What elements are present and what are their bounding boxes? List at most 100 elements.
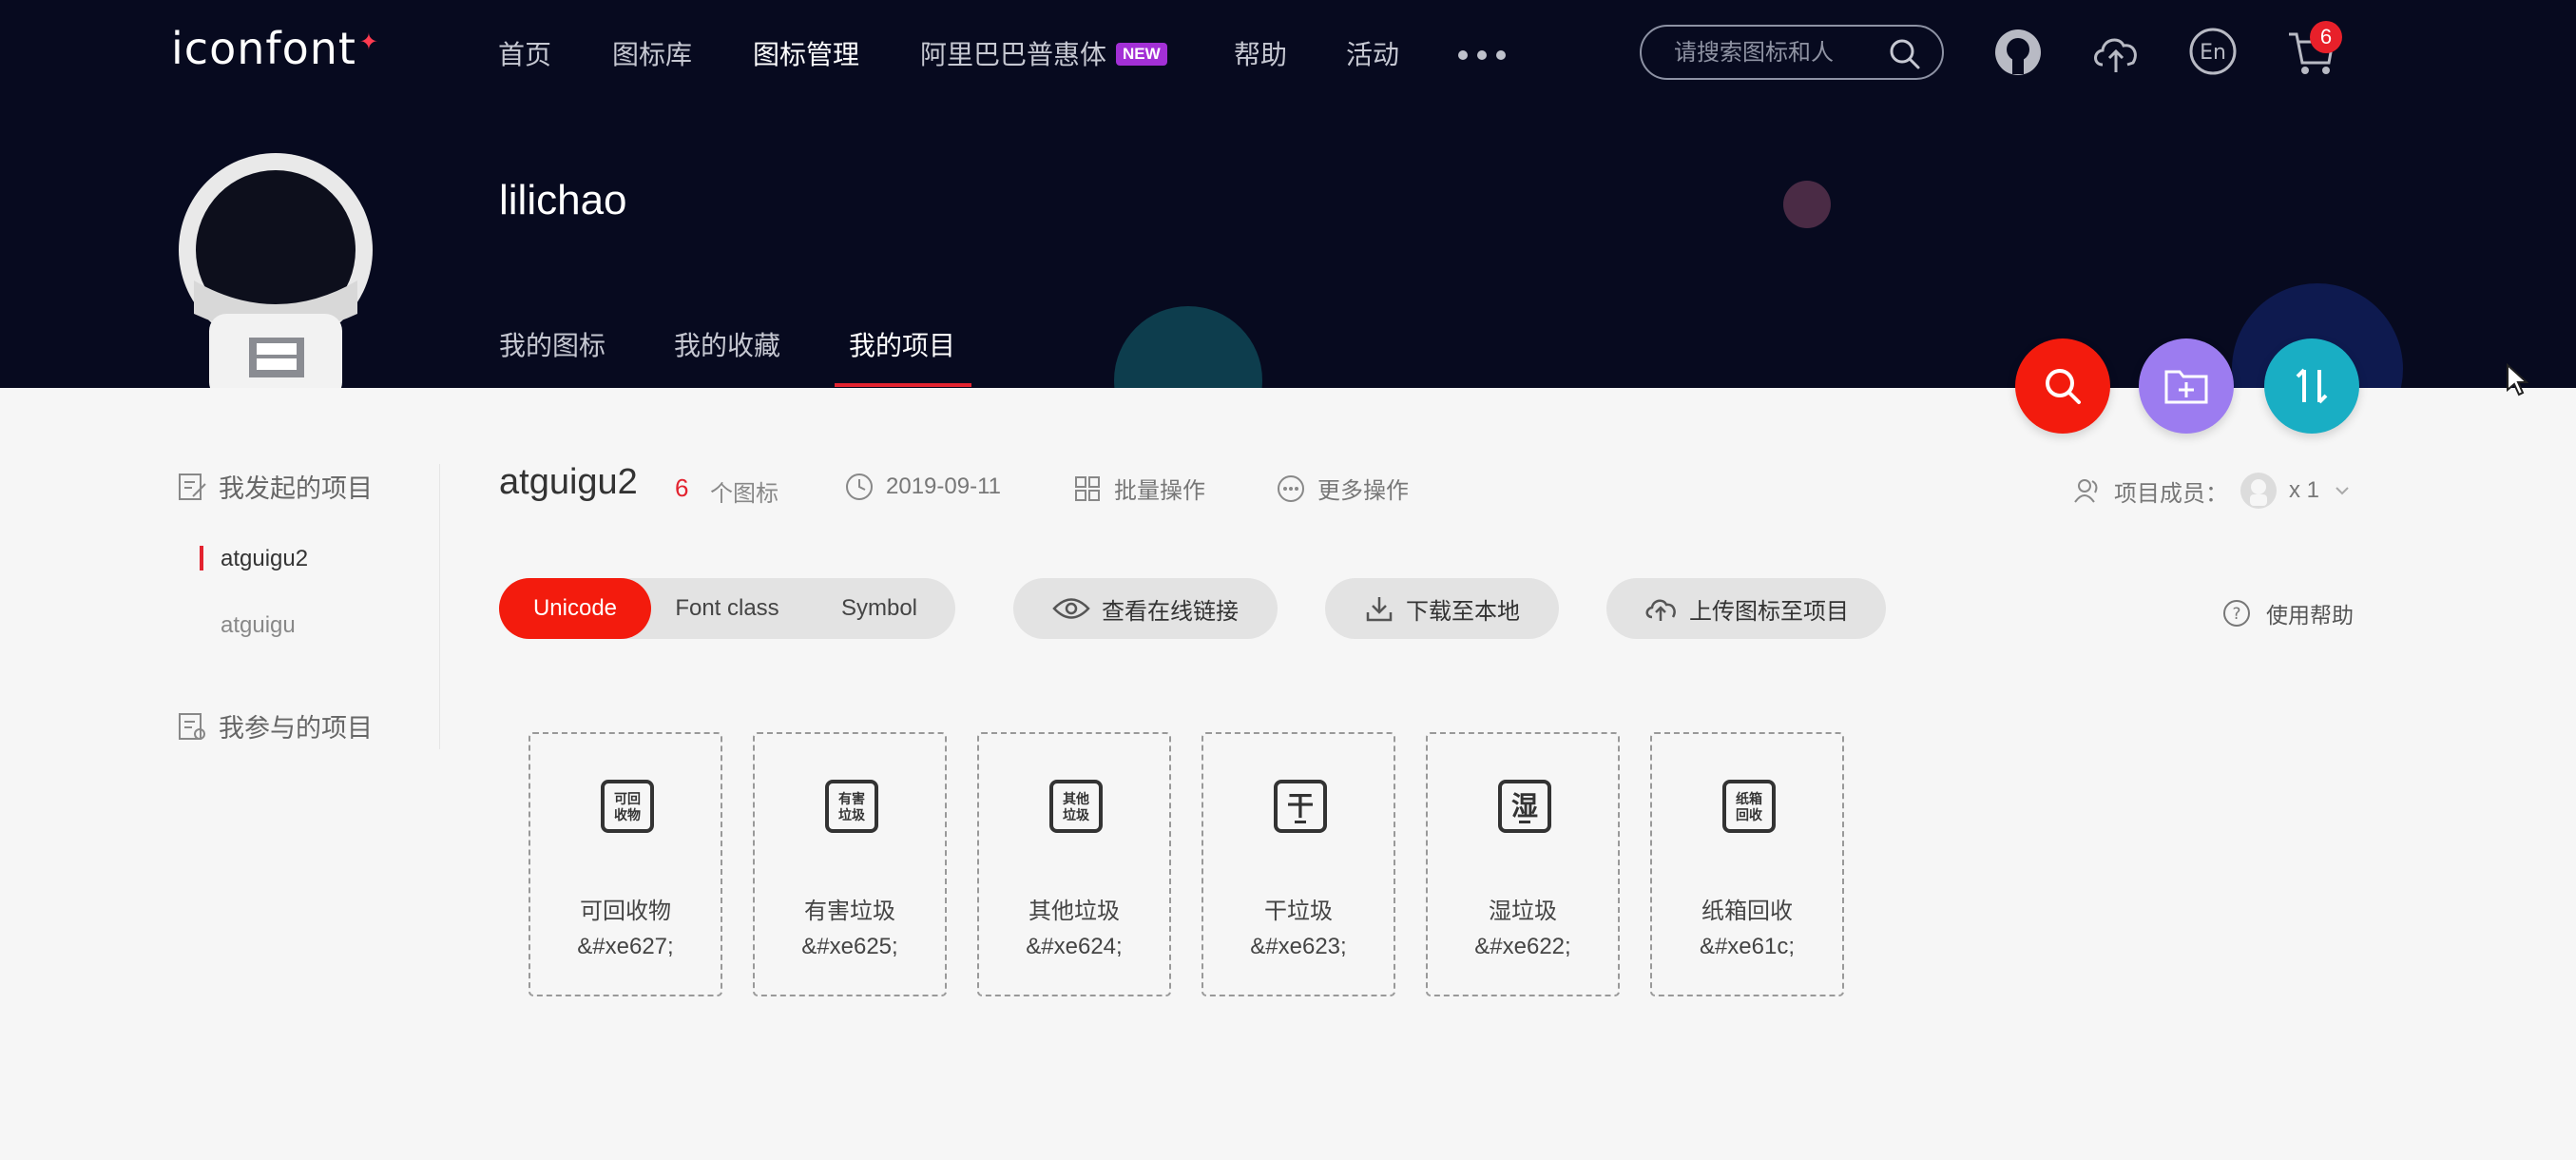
svg-text:有害: 有害	[838, 791, 865, 807]
project-title: atguigu2	[499, 462, 638, 502]
svg-text:其他: 其他	[1063, 791, 1089, 807]
grid-icon	[1075, 475, 1100, 501]
joined-doc-icon	[179, 712, 205, 740]
icon-name: 有害垃圾	[804, 899, 895, 924]
tab-my-projects[interactable]: 我的项目	[849, 325, 955, 363]
icon-name: 其他垃圾	[1028, 899, 1120, 924]
svg-text:纸箱: 纸箱	[1736, 791, 1762, 807]
icon-code: &#xe625;	[801, 934, 898, 959]
download-local-button[interactable]: 下载至本地	[1325, 578, 1559, 639]
fab-sort-button[interactable]	[2264, 338, 2359, 434]
mouse-cursor-icon	[2507, 363, 2528, 396]
icon-name: 纸箱回收	[1701, 899, 1793, 924]
icon-code: &#xe622;	[1474, 934, 1571, 959]
icon-code: &#xe623;	[1250, 934, 1347, 959]
upload-icons-button[interactable]: 上传图标至项目	[1606, 578, 1886, 639]
project-date: 2019-09-11	[844, 472, 1001, 502]
svg-text:可回: 可回	[614, 792, 641, 807]
svg-text:干: 干	[1287, 790, 1314, 822]
new-badge: NEW	[1116, 42, 1167, 66]
icon-card[interactable]: 有害 垃圾 有害垃圾 &#xe625;	[753, 732, 947, 996]
svg-text:En: En	[2200, 41, 2226, 65]
language-en-icon[interactable]: En	[2188, 27, 2238, 76]
search-box[interactable]	[1640, 25, 1944, 80]
project-members[interactable]: 项目成员： x 1	[2072, 472, 2354, 510]
sidebar-divider	[439, 464, 440, 749]
nav-activities[interactable]: 活动	[1346, 34, 1399, 72]
svg-text:回收: 回收	[1736, 807, 1763, 823]
hazardous-waste-icon: 有害垃圾	[825, 780, 878, 833]
icon-count-label: 个图标	[710, 481, 779, 507]
wet-waste-icon: 湿	[1498, 780, 1551, 833]
svg-text:垃圾: 垃圾	[838, 807, 866, 823]
nav-icon-library[interactable]: 图标库	[612, 34, 692, 72]
decor-circle-teal	[1114, 306, 1262, 388]
nav-icon-management[interactable]: 图标管理	[753, 34, 859, 72]
sidebar-started-heading: 我发起的项目	[177, 468, 373, 505]
search-icon[interactable]	[1889, 38, 1921, 70]
icon-code: &#xe624;	[1026, 934, 1123, 959]
carton-recycle-icon: 纸箱回收	[1722, 780, 1776, 833]
top-nav: iconfont✦ 首页 图标库 图标管理 阿里巴巴普惠体NEW 帮助 活动 E…	[0, 0, 2576, 105]
members-icon	[2074, 479, 2098, 503]
icon-card[interactable]: 干 干垃圾 &#xe623;	[1201, 732, 1395, 996]
format-symbol-button[interactable]: Symbol	[803, 578, 955, 639]
search-icon	[2046, 369, 2081, 404]
more-circle-icon	[1278, 474, 1304, 502]
username: lilichao	[499, 177, 627, 223]
nav-alibaba-font[interactable]: 阿里巴巴普惠体 NEW	[920, 34, 1167, 72]
sort-icon	[2296, 368, 2328, 404]
tab-my-icons[interactable]: 我的图标	[499, 325, 606, 363]
cart-count-badge: 6	[2310, 21, 2342, 53]
clock-icon	[846, 474, 873, 500]
icon-name: 可回收物	[580, 899, 671, 924]
active-project-marker	[200, 546, 203, 570]
svg-text:收物: 收物	[614, 807, 641, 823]
recyclable-icon: 可回收物	[601, 780, 654, 833]
icon-name: 干垃圾	[1264, 899, 1333, 924]
profile-header: iconfont✦ 首页 图标库 图标管理 阿里巴巴普惠体NEW 帮助 活动 E…	[0, 0, 2576, 388]
icon-card[interactable]: 纸箱 回收 纸箱回收 &#xe61c;	[1650, 732, 1844, 996]
sidebar-item-atguigu[interactable]: atguigu	[221, 612, 296, 639]
icon-code: &#xe61c;	[1699, 934, 1796, 959]
dry-waste-icon: 干	[1274, 780, 1327, 833]
nav-help[interactable]: 帮助	[1234, 34, 1287, 72]
view-online-link-button[interactable]: 查看在线链接	[1013, 578, 1278, 639]
svg-text:湿: 湿	[1511, 790, 1538, 822]
icon-card[interactable]: 可回 收物 可回收物 &#xe627;	[529, 732, 722, 996]
sidebar-item-atguigu2[interactable]: atguigu2	[221, 546, 308, 572]
more-operations-button[interactable]: 更多操作	[1276, 472, 1409, 505]
chevron-down-icon	[2336, 487, 2349, 495]
fab-search-button[interactable]	[2015, 338, 2110, 434]
download-icon	[1366, 597, 1393, 622]
svg-text:垃圾: 垃圾	[1063, 807, 1090, 823]
icon-code: &#xe627;	[577, 934, 674, 959]
tab-my-favorites[interactable]: 我的收藏	[674, 325, 780, 363]
format-font-class-button[interactable]: Font class	[651, 578, 803, 639]
cloud-upload-icon	[1645, 599, 1676, 621]
svg-text:?: ?	[2232, 605, 2240, 624]
edit-doc-icon	[179, 473, 206, 500]
more-icon[interactable]	[1458, 48, 1515, 65]
icon-name: 湿垃圾	[1489, 899, 1557, 924]
decor-circle-small	[1783, 181, 1831, 228]
icon-card[interactable]: 湿 湿垃圾 &#xe622;	[1426, 732, 1620, 996]
usage-help-link[interactable]: ? 使用帮助	[2222, 597, 2354, 629]
member-avatar	[2240, 473, 2277, 509]
fab-new-project-button[interactable]	[2139, 338, 2234, 434]
format-switch: Unicode Font class Symbol	[499, 578, 955, 639]
icon-count: 6	[675, 474, 689, 502]
eye-icon	[1052, 598, 1090, 619]
add-folder-icon	[2164, 370, 2208, 404]
astronaut-avatar[interactable]	[171, 138, 380, 388]
iconfont-logo[interactable]: iconfont ✦	[171, 23, 379, 74]
github-icon[interactable]	[1992, 27, 2044, 78]
other-waste-icon: 其他垃圾	[1049, 780, 1103, 833]
batch-operation-button[interactable]: 批量操作	[1072, 472, 1205, 505]
icon-card[interactable]: 其他 垃圾 其他垃圾 &#xe624;	[977, 732, 1171, 996]
search-input[interactable]	[1672, 36, 1885, 70]
format-unicode-button[interactable]: Unicode	[499, 578, 651, 639]
cloud-upload-icon[interactable]	[2089, 27, 2143, 78]
help-icon: ?	[2223, 600, 2250, 627]
nav-home[interactable]: 首页	[498, 34, 551, 72]
